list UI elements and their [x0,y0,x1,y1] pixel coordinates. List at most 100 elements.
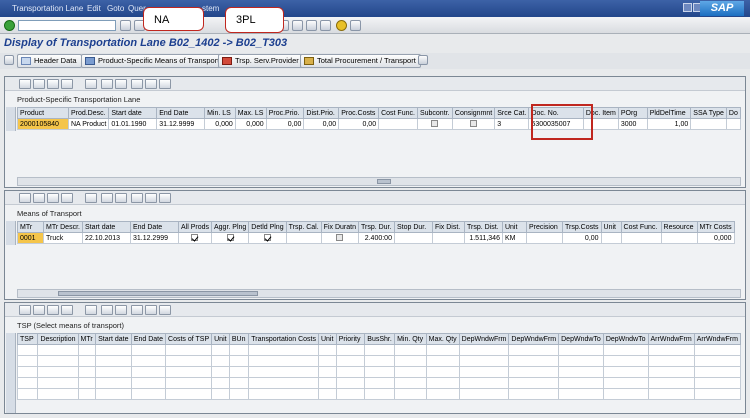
empty-cell[interactable] [508,377,560,389]
column-header-unit[interactable]: Unit [211,333,230,345]
checkbox[interactable] [263,234,271,242]
column-header-resource[interactable]: Resource [660,221,698,233]
column-header-mtr-descr[interactable]: MTr Descr. [43,221,83,233]
column-header-dist-prio[interactable]: Dist.Prio. [303,107,340,119]
column-header-depwndwfrm[interactable]: DepWndwFrm [458,333,510,345]
column-header-stop-dur[interactable]: Stop Dur. [393,221,433,233]
column-header-mtr[interactable]: MTr [17,221,44,233]
table-row[interactable] [16,355,742,367]
empty-cell[interactable] [335,377,366,389]
column-header-priority[interactable]: Priority [335,333,366,345]
column-header-arrwndwfrm[interactable]: ArrWndwFrm [693,333,742,345]
column-header-start-date[interactable]: Start date [108,107,158,119]
empty-cell[interactable] [364,355,396,367]
empty-cell[interactable] [317,388,337,400]
column-header-porg[interactable]: POrg [617,107,648,119]
cell-mtr-descr[interactable]: Truck [43,232,83,244]
empty-cell[interactable] [228,388,250,400]
empty-cell[interactable] [558,377,604,389]
empty-cell[interactable] [335,344,366,356]
empty-cell[interactable] [16,377,39,389]
cell-trsp-dur[interactable]: 2.400:00 [357,232,395,244]
empty-cell[interactable] [647,355,695,367]
minimize-icon[interactable] [683,3,692,12]
column-header-busshr[interactable]: BusShr. [364,333,396,345]
prev-page-icon[interactable] [306,20,317,31]
empty-cell[interactable] [248,388,319,400]
column-header-min-qty[interactable]: Min. Qty [394,333,427,345]
cell-unit[interactable]: KM [501,232,527,244]
cell-proc-prio[interactable]: 0,00 [265,118,305,130]
column-header-subcontr[interactable]: Subcontr. [416,107,453,119]
empty-cell[interactable] [693,366,742,378]
column-header-do[interactable]: Do [725,107,742,119]
empty-cell[interactable] [458,388,510,400]
empty-cell[interactable] [458,366,510,378]
checkbox[interactable] [431,120,439,128]
empty-cell[interactable] [647,366,695,378]
cell-stop-dur[interactable] [393,232,433,244]
details-icon[interactable] [19,305,31,315]
empty-cell[interactable] [130,366,167,378]
empty-cell[interactable] [394,355,427,367]
cell-trsp-dist[interactable]: 1.511,346 [463,232,503,244]
empty-cell[interactable] [508,344,560,356]
table-row[interactable] [16,366,742,378]
column-header-product[interactable]: Product [17,107,69,119]
empty-cell[interactable] [211,388,230,400]
empty-cell[interactable] [37,355,79,367]
column-header-bun[interactable]: BUn [228,333,250,345]
empty-cell[interactable] [37,388,79,400]
empty-cell[interactable] [335,388,366,400]
cell-srce-cat[interactable]: 3 [494,118,530,130]
empty-cell[interactable] [425,344,460,356]
empty-cell[interactable] [558,355,604,367]
column-header-depwndwto[interactable]: DepWndwTo [558,333,604,345]
empty-cell[interactable] [394,366,427,378]
empty-cell[interactable] [425,388,460,400]
column-header-cost-func[interactable]: Cost Func. [620,221,662,233]
column-header-consignmnt[interactable]: Consignmnt [451,107,496,119]
empty-cell[interactable] [647,377,695,389]
empty-cell[interactable] [647,388,695,400]
filter-icon[interactable] [101,79,113,89]
empty-cell[interactable] [165,366,213,378]
empty-cell[interactable] [37,344,79,356]
sum-icon[interactable] [115,79,127,89]
total-procurement-button[interactable]: Total Procurement / Transport [300,54,421,68]
empty-cell[interactable] [77,388,97,400]
empty-cell[interactable] [647,344,695,356]
table-row[interactable] [16,388,742,400]
filter-icon[interactable] [101,193,113,203]
layout-icon[interactable] [131,79,143,89]
column-header-proc-costs[interactable]: Proc.Costs [338,107,380,119]
cell-max-ls[interactable]: 0,000 [234,118,267,130]
layout-icon[interactable] [131,305,143,315]
horizontal-scrollbar[interactable] [17,177,741,186]
empty-cell[interactable] [508,366,560,378]
cell-end-date[interactable]: 31.12.2999 [129,232,179,244]
print-icon[interactable] [85,79,97,89]
print-icon[interactable] [85,305,97,315]
empty-cell[interactable] [228,344,250,356]
sum-icon[interactable] [115,305,127,315]
spreadsheet-icon[interactable] [61,79,73,89]
empty-cell[interactable] [335,366,366,378]
spreadsheet-icon[interactable] [61,193,73,203]
horizontal-scrollbar[interactable] [17,289,741,298]
checkbox[interactable] [226,234,234,242]
cell-mtr-costs[interactable]: 0,000 [696,232,735,244]
empty-cell[interactable] [458,344,510,356]
find-next-icon[interactable] [47,79,59,89]
cell-all-prods[interactable] [177,232,212,244]
table-row[interactable]: 2000105840 NA Product 01.01.1990 31.12.9999… [17,118,742,130]
trsp-serv-provider-button[interactable]: Trsp. Serv.Provider [218,54,304,68]
column-header-proc-prio[interactable]: Proc.Prio. [265,107,305,119]
cell-end-date[interactable]: 31.12.9999 [156,118,206,130]
cell-proc-costs[interactable]: 0,00 [338,118,380,130]
empty-cell[interactable] [317,355,337,367]
cell-trsp-costs[interactable]: 0,00 [561,232,602,244]
column-header-plddeltime[interactable]: PldDelTime [646,107,692,119]
cell-mtr[interactable]: 0001 [17,232,44,244]
cell-porg[interactable]: 3000 [617,118,648,130]
